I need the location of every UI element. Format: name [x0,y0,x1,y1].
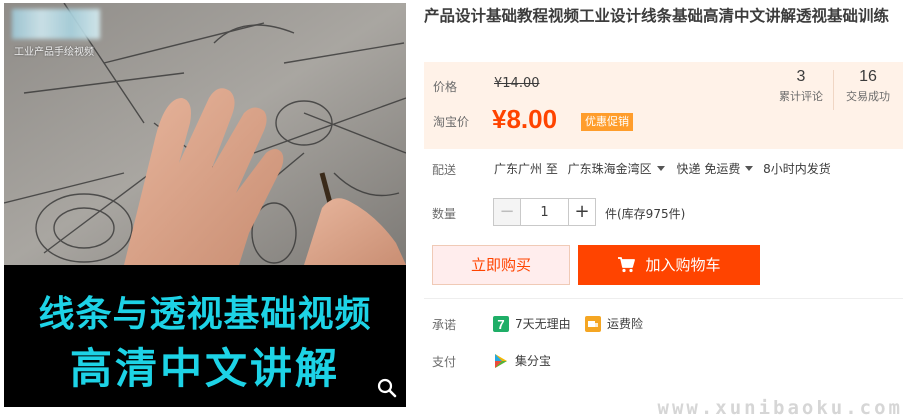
sales-count-value: 16 [859,68,877,85]
search-icon[interactable] [374,375,400,401]
delivery-destination-select[interactable]: 广东珠海金湾区 [568,160,669,177]
promise-label: 承诺 [432,318,457,332]
jifenbao-icon [493,353,509,369]
quantity-increase-button[interactable]: + [568,198,596,226]
original-price-label: 价格 [433,80,458,94]
promo-badge[interactable]: 优惠促销 [581,113,633,131]
site-watermark: www.xunibaoku.com [657,397,903,419]
original-price: ¥14.00 [494,76,540,91]
delivery-label: 配送 [432,163,457,177]
jifenbao-text: 集分宝 [515,354,552,368]
seven-day-return-icon: 7 [493,315,509,332]
sale-price-label: 淘宝价 [433,115,470,129]
seven-day-return-text: 7天无理由 [515,317,571,331]
service-seven-day-return[interactable]: 7 7天无理由 [493,315,571,332]
shop-logo-caption: 工业产品手绘视频 [14,47,94,58]
banner-headline: 线条与透视基础视频 [38,294,372,335]
sales-count-label: 交易成功 [846,90,890,103]
service-freight-insurance[interactable]: 运费险 [585,315,643,332]
cart-icon [618,257,636,273]
image-text-banner: 线条与透视基础视频 高清中文讲解 [4,265,406,407]
section-divider [424,298,903,299]
payment-jifenbao[interactable]: 集分宝 [493,352,551,369]
stats-divider [833,70,834,110]
seven-day-badge: 7 [497,317,504,332]
quantity-input[interactable] [521,198,568,226]
sales-count: 16 交易成功 [836,68,900,104]
add-to-cart-button[interactable]: 加入购物车 [578,245,760,285]
review-count[interactable]: 3 累计评论 [769,68,833,104]
chevron-down-icon [745,166,754,171]
price-panel: 价格 ¥14.00 淘宝价 ¥8.00 优惠促销 3 累计评论 16 交易成功 [424,62,903,149]
shipping-method-select[interactable]: 快递 免运费 [677,160,758,177]
add-to-cart-label: 加入购物车 [645,256,721,274]
shipping-method: 快递 免运费 [676,162,741,176]
review-count-label: 累计评论 [779,90,823,103]
delivery-info: 广东广州 至 广东珠海金湾区 快递 免运费 8小时内发货 [494,160,831,177]
freight-insurance-text: 运费险 [607,317,644,331]
quantity-label: 数量 [432,207,457,221]
banner-subheadline: 高清中文讲解 [69,344,340,393]
product-title: 产品设计基础教程视频工业设计线条基础高清中文讲解透视基础训练 [424,7,890,25]
quantity-decrease-button[interactable]: − [493,198,521,226]
review-count-value: 3 [796,68,806,85]
stock-text: 件(库存975件) [605,207,686,221]
chevron-down-icon [656,166,665,171]
delivery-destination: 广东珠海金湾区 [567,162,652,176]
freight-insurance-icon [585,315,601,332]
shop-logo [12,9,100,39]
buy-now-button[interactable]: 立即购买 [432,245,570,285]
quantity-stepper: − + [493,198,596,226]
payment-label: 支付 [432,355,457,369]
ship-time: 8小时内发货 [763,162,831,176]
sale-price: ¥8.00 [492,104,558,134]
product-image-gallery[interactable]: 工业产品手绘视频 线条与透视基础视频 高清中文讲解 [4,3,406,407]
delivery-origin: 广东广州 至 [494,162,558,176]
